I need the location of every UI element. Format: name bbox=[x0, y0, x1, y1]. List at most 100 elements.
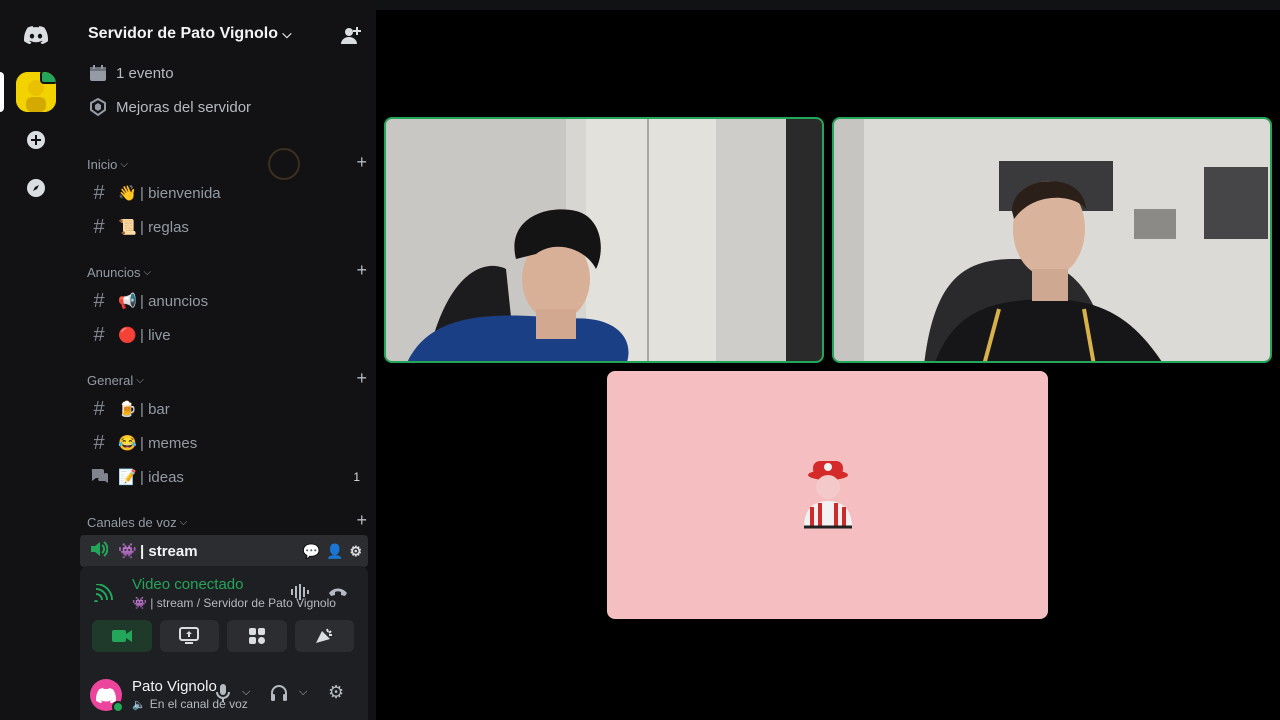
selected-server-indicator bbox=[0, 72, 4, 112]
avatar[interactable] bbox=[90, 679, 124, 713]
events-item[interactable]: 1 evento bbox=[88, 61, 174, 85]
microphone-button[interactable] bbox=[216, 684, 230, 706]
compass-icon bbox=[27, 179, 45, 197]
category-anuncios[interactable]: Anuncios ⌵ + bbox=[87, 260, 367, 281]
channel-emoji: 📢 bbox=[118, 293, 137, 310]
channel-anuncios[interactable]: # 📢 | anuncios bbox=[80, 285, 368, 317]
server-rail bbox=[0, 0, 72, 720]
screen-share-icon bbox=[179, 627, 200, 644]
channel-actions: 💬 👤 ⚙ bbox=[303, 543, 362, 560]
server-boosts-item[interactable]: Mejoras del servidor bbox=[88, 95, 251, 119]
channel-name: | bienvenida bbox=[140, 184, 221, 202]
video-tile-participant-2[interactable] bbox=[832, 117, 1272, 363]
create-channel-plus-icon[interactable]: + bbox=[356, 510, 367, 531]
chevron-down-icon: ⌵ bbox=[120, 158, 128, 170]
channel-name: | stream bbox=[140, 542, 198, 560]
channel-bienvenida[interactable]: # 👋 | bienvenida bbox=[80, 177, 368, 209]
category-label: Canales de voz bbox=[87, 514, 177, 530]
discord-logo-icon bbox=[24, 26, 48, 44]
speaker-icon: 🔈 bbox=[132, 698, 146, 711]
channel-name: | reglas bbox=[140, 218, 189, 236]
username[interactable]: Pato Vignolo bbox=[132, 678, 217, 695]
add-server-button[interactable] bbox=[16, 120, 56, 160]
channel-emoji: 📜 bbox=[118, 219, 137, 236]
server-icon-pato[interactable] bbox=[16, 72, 56, 112]
user-settings-gear-icon[interactable]: ⚙ bbox=[328, 682, 344, 703]
channel-emoji: 👾 bbox=[118, 543, 137, 560]
server-header[interactable]: Servidor de Pato Vignolo ⌵ bbox=[72, 0, 376, 70]
forum-icon bbox=[90, 466, 108, 489]
channel-name: | anuncios bbox=[140, 292, 209, 310]
channel-name: | bar bbox=[140, 400, 170, 418]
channel-name: | memes bbox=[140, 434, 198, 452]
headphones-options-chevron-icon[interactable]: ⌵ bbox=[299, 685, 307, 699]
channel-emoji: 🍺 bbox=[118, 401, 137, 418]
category-canales-de-voz[interactable]: Canales de voz ⌵ + bbox=[87, 510, 367, 531]
speaker-icon bbox=[90, 540, 109, 563]
add-member-icon[interactable]: 👤 bbox=[326, 543, 343, 560]
discord-logo-icon bbox=[96, 687, 116, 703]
channel-memes[interactable]: # 😂 | memes bbox=[80, 427, 368, 459]
activities-button[interactable] bbox=[227, 620, 287, 652]
explore-servers-button[interactable] bbox=[16, 168, 56, 208]
discord-home-button[interactable] bbox=[16, 15, 56, 55]
headphones-icon bbox=[271, 685, 287, 701]
hash-icon: # bbox=[93, 323, 105, 346]
channel-bar[interactable]: # 🍺 | bar bbox=[80, 393, 368, 425]
category-label: Inicio bbox=[87, 156, 118, 172]
channel-name: | live bbox=[140, 326, 171, 344]
channel-name: | ideas bbox=[140, 468, 184, 486]
chevron-down-icon: ⌵ bbox=[179, 516, 188, 528]
window-top-strip bbox=[376, 0, 1280, 10]
voice-status-title[interactable]: Video conectado bbox=[132, 576, 243, 593]
events-label: 1 evento bbox=[116, 64, 174, 82]
chat-bubble-icon[interactable]: 💬 bbox=[303, 543, 320, 560]
category-inicio[interactable]: Inicio ⌵ + bbox=[87, 152, 367, 173]
camera-button[interactable] bbox=[92, 620, 152, 652]
voice-stage bbox=[376, 0, 1280, 720]
webcam-video-feed bbox=[834, 119, 1270, 361]
hang-up-icon[interactable] bbox=[328, 582, 348, 603]
signal-icon bbox=[94, 583, 114, 607]
hash-icon: # bbox=[93, 181, 105, 204]
avatar-tile-pato-vignolo[interactable] bbox=[607, 371, 1048, 619]
channel-emoji: 🔴 bbox=[118, 327, 137, 344]
channel-reglas[interactable]: # 📜 | reglas bbox=[80, 211, 368, 243]
hash-icon: # bbox=[93, 431, 105, 454]
server-name: Servidor de Pato Vignolo ⌵ bbox=[88, 25, 292, 42]
chevron-down-icon: ⌵ bbox=[143, 266, 152, 278]
create-channel-plus-icon[interactable]: + bbox=[356, 260, 367, 281]
microphone-options-chevron-icon[interactable]: ⌵ bbox=[242, 685, 250, 699]
video-live-badge bbox=[40, 72, 56, 84]
voice-channel-stream[interactable]: 👾 | stream 💬 👤 ⚙ bbox=[80, 535, 368, 567]
hash-icon: # bbox=[93, 215, 105, 238]
create-channel-plus-icon[interactable]: + bbox=[356, 368, 367, 389]
category-general[interactable]: General ⌵ + bbox=[87, 368, 367, 389]
microphone-icon bbox=[216, 684, 230, 702]
video-tile-participant-1[interactable] bbox=[384, 117, 824, 363]
webcam-video-feed bbox=[386, 119, 822, 361]
user-voice-status: 🔈 En el canal de voz bbox=[132, 697, 248, 711]
activities-icon bbox=[248, 628, 265, 644]
boost-shield-icon bbox=[88, 98, 108, 116]
category-label: General bbox=[87, 372, 134, 388]
screen-share-button[interactable] bbox=[159, 620, 219, 652]
channel-emoji: 📝 bbox=[118, 469, 137, 486]
invite-people-icon[interactable] bbox=[340, 25, 362, 47]
calendar-icon bbox=[88, 64, 108, 82]
channel-live[interactable]: # 🔴 | live bbox=[80, 319, 368, 351]
headphones-button[interactable] bbox=[270, 684, 288, 706]
noise-suppression-icon[interactable] bbox=[290, 584, 310, 604]
voice-action-buttons bbox=[92, 620, 354, 652]
channel-emoji: 😂 bbox=[118, 435, 137, 452]
user-avatar-icon bbox=[803, 461, 852, 529]
soundboard-button[interactable] bbox=[294, 620, 354, 652]
camera-icon bbox=[111, 630, 132, 642]
gear-icon[interactable]: ⚙ bbox=[349, 543, 362, 560]
channel-emoji: 👋 bbox=[118, 185, 137, 202]
unread-count: 1 bbox=[353, 470, 360, 484]
channel-ideas[interactable]: 📝 | ideas 1 bbox=[80, 461, 368, 493]
soundboard-icon bbox=[316, 628, 333, 643]
category-label: Anuncios bbox=[87, 264, 141, 280]
create-channel-plus-icon[interactable]: + bbox=[356, 152, 367, 173]
